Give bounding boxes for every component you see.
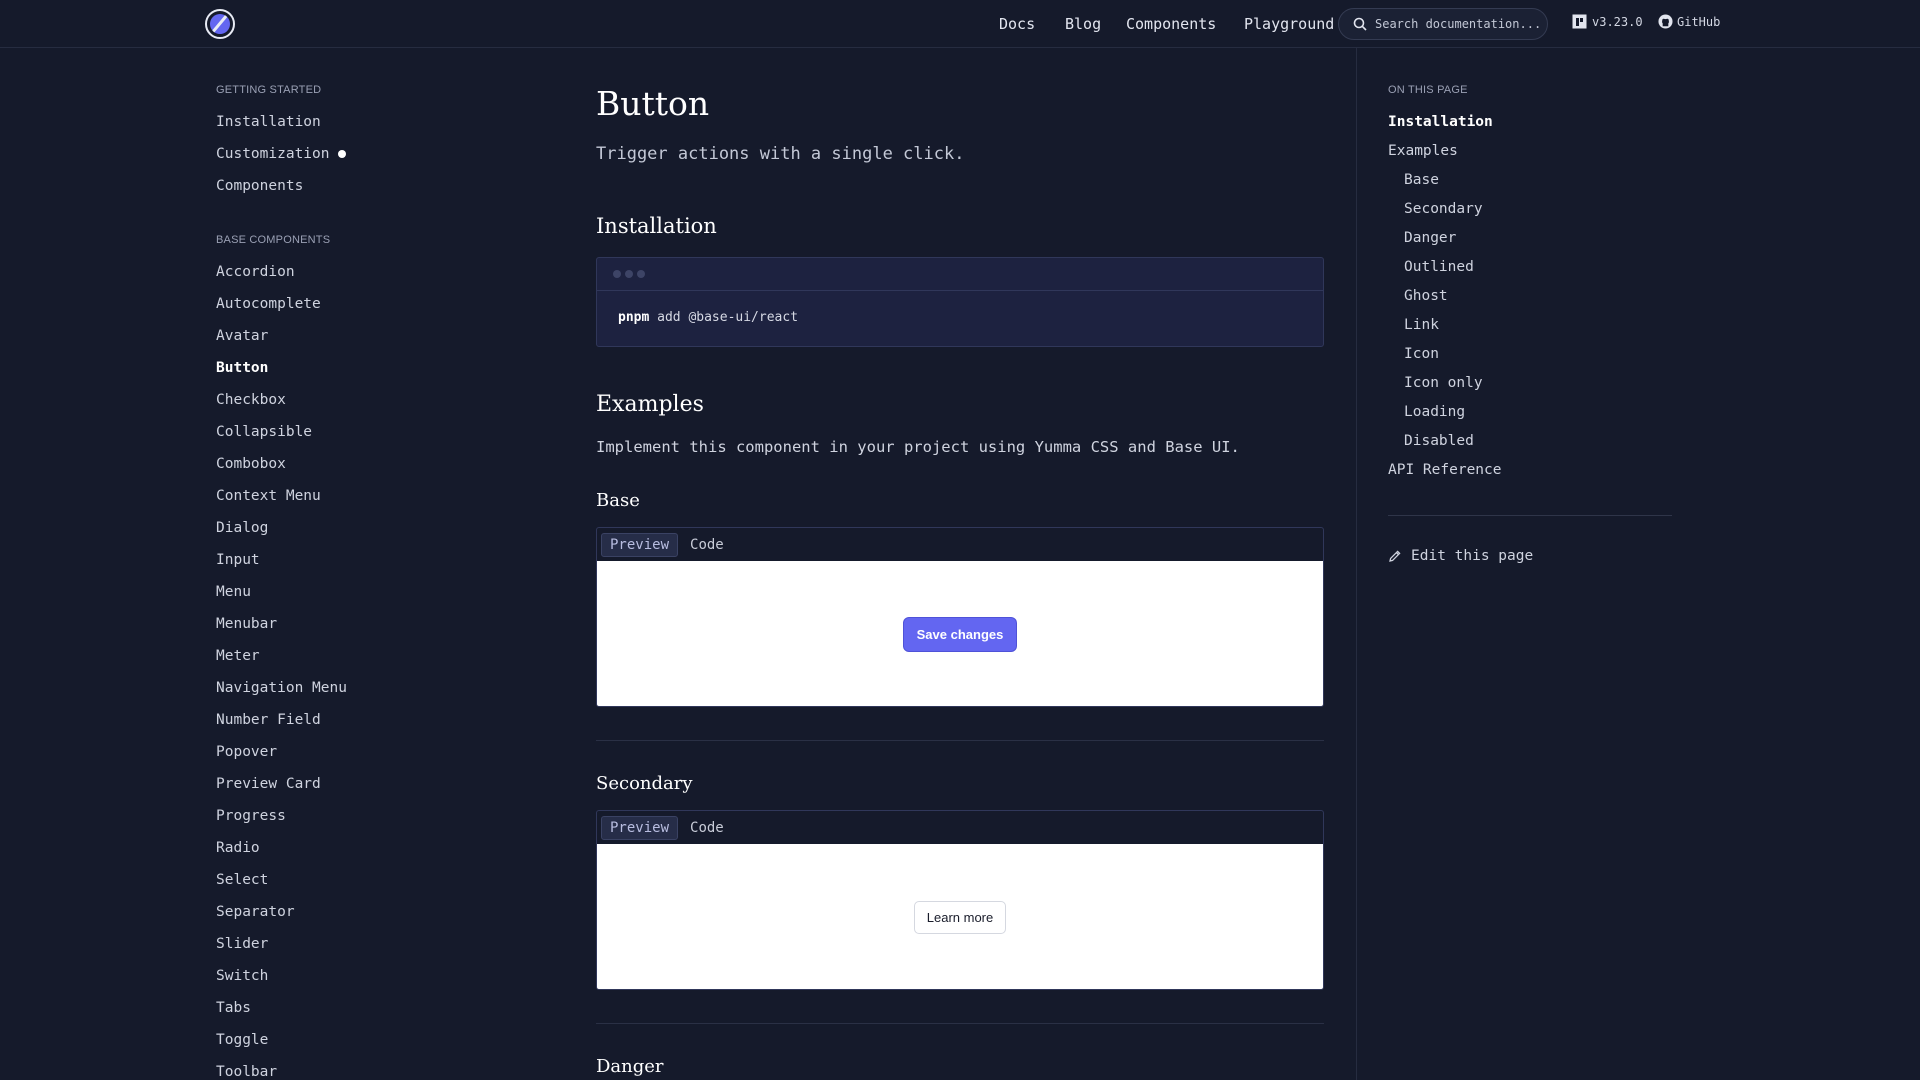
page-title: Button	[596, 84, 710, 123]
toc-item-examples[interactable]: Examples	[1388, 143, 1458, 159]
section-title-getting-started: GETTING STARTED	[216, 84, 322, 96]
tab-preview[interactable]: Preview	[601, 532, 679, 557]
edit-page-label: Edit this page	[1411, 548, 1534, 564]
edit-page-link[interactable]: Edit this page	[1388, 548, 1533, 564]
sidebar-item-collapsible[interactable]: Collapsible	[216, 424, 312, 440]
toc-title: ON THIS PAGE	[1388, 84, 1468, 96]
sidebar-item-dialog[interactable]: Dialog	[216, 520, 268, 536]
sidebar-item-radio[interactable]: Radio	[216, 840, 260, 856]
toc-item-ghost[interactable]: Ghost	[1404, 288, 1448, 304]
save-changes-button[interactable]: Save changes	[903, 617, 1017, 651]
nav-playground-link[interactable]: Playground	[1244, 15, 1334, 33]
toc-item-disabled[interactable]: Disabled	[1404, 433, 1474, 449]
toc-item-danger[interactable]: Danger	[1404, 230, 1456, 246]
logo-icon[interactable]	[205, 9, 235, 39]
preview-canvas: Learn more	[597, 844, 1323, 989]
tab-preview[interactable]: Preview	[601, 815, 679, 840]
github-icon	[1658, 14, 1673, 29]
sidebar-item-autocomplete[interactable]: Autocomplete	[216, 296, 321, 312]
example-base-demo: Preview Code Save changes	[596, 527, 1324, 707]
sidebar-item-popover[interactable]: Popover	[216, 744, 277, 760]
toc-divider	[1356, 48, 1357, 1080]
sidebar-item-accordion[interactable]: Accordion	[216, 264, 295, 280]
toc-separator	[1388, 515, 1672, 516]
divider	[596, 740, 1324, 741]
nav-blog-link[interactable]: Blog	[1065, 15, 1101, 33]
example-tabs: Preview Code	[597, 528, 1323, 561]
toc-item-secondary[interactable]: Secondary	[1404, 201, 1483, 217]
search-placeholder: Search documentation...	[1375, 17, 1542, 31]
toc-item-link[interactable]: Link	[1404, 317, 1439, 333]
tab-code[interactable]: Code	[682, 817, 732, 839]
toc-item-icon[interactable]: Icon	[1404, 346, 1439, 362]
examples-description: Implement this component in your project…	[596, 438, 1240, 456]
sidebar-item-navigation-menu[interactable]: Navigation Menu	[216, 680, 347, 696]
sidebar-item-customization[interactable]: Customization	[216, 146, 346, 162]
install-command[interactable]: pnpm add @base-ui/react	[597, 291, 1323, 344]
window-dots	[597, 258, 1323, 291]
toc-item-installation[interactable]: Installation	[1388, 114, 1493, 130]
nav-docs-link[interactable]: Docs	[999, 15, 1035, 33]
install-code-block: pnpm add @base-ui/react	[596, 257, 1324, 347]
pencil-icon	[1389, 550, 1401, 562]
toc-item-outlined[interactable]: Outlined	[1404, 259, 1474, 275]
sidebar-item-tabs[interactable]: Tabs	[216, 1000, 251, 1016]
toc-item-base[interactable]: Base	[1404, 172, 1439, 188]
version-badge[interactable]: v3.23.0	[1572, 14, 1643, 29]
sidebar-item-combobox[interactable]: Combobox	[216, 456, 286, 472]
search-input[interactable]: Search documentation...	[1338, 8, 1548, 40]
toc-item-api-reference[interactable]: API Reference	[1388, 462, 1502, 478]
example-base-title: Base	[596, 490, 640, 511]
sidebar-item-checkbox[interactable]: Checkbox	[216, 392, 286, 408]
sidebar-item-preview-card[interactable]: Preview Card	[216, 776, 321, 792]
sidebar-item-input[interactable]: Input	[216, 552, 260, 568]
preview-canvas: Save changes	[597, 561, 1323, 706]
search-icon	[1353, 17, 1367, 31]
sidebar-item-select[interactable]: Select	[216, 872, 268, 888]
top-navigation-bar: Docs Blog Components Playground Search d…	[0, 0, 1920, 48]
github-label: GitHub	[1677, 14, 1721, 29]
tab-code[interactable]: Code	[682, 534, 732, 556]
sidebar-item-avatar[interactable]: Avatar	[216, 328, 268, 344]
example-secondary-demo: Preview Code Learn more	[596, 810, 1324, 990]
toc-item-loading[interactable]: Loading	[1404, 404, 1465, 420]
sidebar-item-button[interactable]: Button	[216, 360, 268, 376]
sidebar-item-components[interactable]: Components	[216, 178, 303, 194]
sidebar-item-progress[interactable]: Progress	[216, 808, 286, 824]
example-secondary-title: Secondary	[596, 773, 693, 794]
sidebar-item-meter[interactable]: Meter	[216, 648, 260, 664]
nav-components-link[interactable]: Components	[1126, 15, 1216, 33]
version-label: v3.23.0	[1592, 14, 1643, 29]
sidebar-item-menu[interactable]: Menu	[216, 584, 251, 600]
page-subtitle: Trigger actions with a single click.	[596, 144, 965, 164]
toc-item-icon-only[interactable]: Icon only	[1404, 375, 1483, 391]
sidebar-item-context-menu[interactable]: Context Menu	[216, 488, 321, 504]
divider	[596, 1023, 1324, 1024]
example-danger-title: Danger	[596, 1056, 664, 1077]
package-icon	[1572, 14, 1587, 29]
sidebar-item-number-field[interactable]: Number Field	[216, 712, 321, 728]
section-title-base-components: BASE COMPONENTS	[216, 234, 331, 246]
sidebar-item-menubar[interactable]: Menubar	[216, 616, 277, 632]
new-indicator-dot	[337, 150, 346, 158]
github-link[interactable]: GitHub	[1658, 14, 1720, 29]
sidebar-item-installation[interactable]: Installation	[216, 114, 321, 130]
sidebar-item-toggle[interactable]: Toggle	[216, 1032, 268, 1048]
learn-more-button[interactable]: Learn more	[913, 900, 1007, 934]
examples-heading: Examples	[596, 392, 704, 417]
installation-heading: Installation	[596, 214, 717, 238]
sidebar-item-toolbar[interactable]: Toolbar	[216, 1064, 277, 1080]
sidebar-item-separator[interactable]: Separator	[216, 904, 295, 920]
sidebar-item-slider[interactable]: Slider	[216, 936, 268, 952]
example-tabs: Preview Code	[597, 811, 1323, 844]
sidebar-item-switch[interactable]: Switch	[216, 968, 268, 984]
